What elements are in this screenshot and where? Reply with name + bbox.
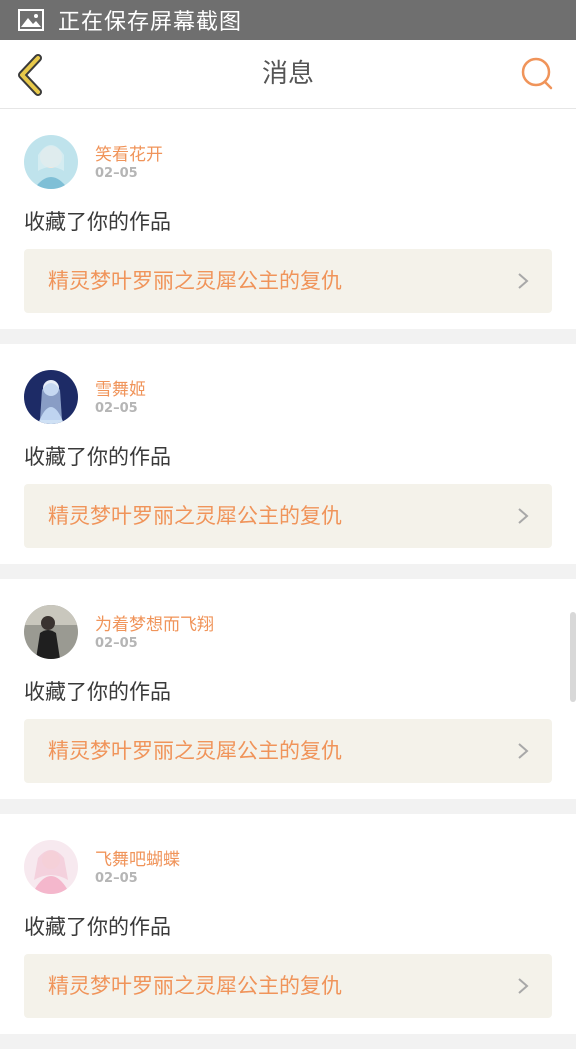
username[interactable]: 为着梦想而飞翔: [95, 610, 214, 635]
avatar[interactable]: [24, 370, 78, 424]
message-date: 02–05: [95, 401, 138, 416]
work-link[interactable]: 精灵梦叶罗丽之灵犀公主的复仇: [24, 954, 552, 1018]
username[interactable]: 笑看花开: [95, 140, 163, 165]
status-bar: 正在保存屏幕截图: [0, 0, 576, 40]
chevron-right-icon: [518, 273, 529, 289]
message-date: 02–05: [95, 636, 138, 651]
avatar[interactable]: [24, 840, 78, 894]
message-card: 飞舞吧蝴蝶 02–05 收藏了你的作品 精灵梦叶罗丽之灵犀公主的复仇: [0, 814, 576, 1034]
avatar[interactable]: [24, 605, 78, 659]
username[interactable]: 雪舞姬: [95, 375, 146, 400]
message-action: 收藏了你的作品: [24, 915, 171, 939]
work-title: 精灵梦叶罗丽之灵犀公主的复仇: [48, 974, 342, 998]
scrollbar[interactable]: [570, 612, 576, 702]
chevron-right-icon: [518, 978, 529, 994]
chevron-right-icon: [518, 743, 529, 759]
search-icon: [521, 57, 553, 90]
nav-bar: 消息: [0, 40, 576, 109]
work-link[interactable]: 精灵梦叶罗丽之灵犀公主的复仇: [24, 249, 552, 313]
chevron-right-icon: [518, 508, 529, 524]
message-action: 收藏了你的作品: [24, 445, 171, 469]
message-list: 笑看花开 02–05 收藏了你的作品 精灵梦叶罗丽之灵犀公主的复仇 雪舞姬 02…: [0, 109, 576, 1049]
message-card: 笑看花开 02–05 收藏了你的作品 精灵梦叶罗丽之灵犀公主的复仇: [0, 109, 576, 329]
message-action: 收藏了你的作品: [24, 210, 171, 234]
message-date: 02–05: [95, 871, 138, 886]
work-link[interactable]: 精灵梦叶罗丽之灵犀公主的复仇: [24, 484, 552, 548]
work-title: 精灵梦叶罗丽之灵犀公主的复仇: [48, 504, 342, 528]
status-text: 正在保存屏幕截图: [58, 10, 243, 35]
image-icon: [18, 9, 44, 31]
work-link[interactable]: 精灵梦叶罗丽之灵犀公主的复仇: [24, 719, 552, 783]
avatar[interactable]: [24, 135, 78, 189]
message-action: 收藏了你的作品: [24, 680, 171, 704]
page-title: 消息: [261, 59, 314, 89]
work-title: 精灵梦叶罗丽之灵犀公主的复仇: [48, 739, 342, 763]
work-title: 精灵梦叶罗丽之灵犀公主的复仇: [48, 269, 342, 293]
message-card: 雪舞姬 02–05 收藏了你的作品 精灵梦叶罗丽之灵犀公主的复仇: [0, 344, 576, 564]
search-button[interactable]: [520, 56, 554, 92]
message-date: 02–05: [95, 166, 138, 181]
username[interactable]: 飞舞吧蝴蝶: [95, 845, 180, 870]
message-card: 为着梦想而飞翔 02–05 收藏了你的作品 精灵梦叶罗丽之灵犀公主的复仇: [0, 579, 576, 799]
